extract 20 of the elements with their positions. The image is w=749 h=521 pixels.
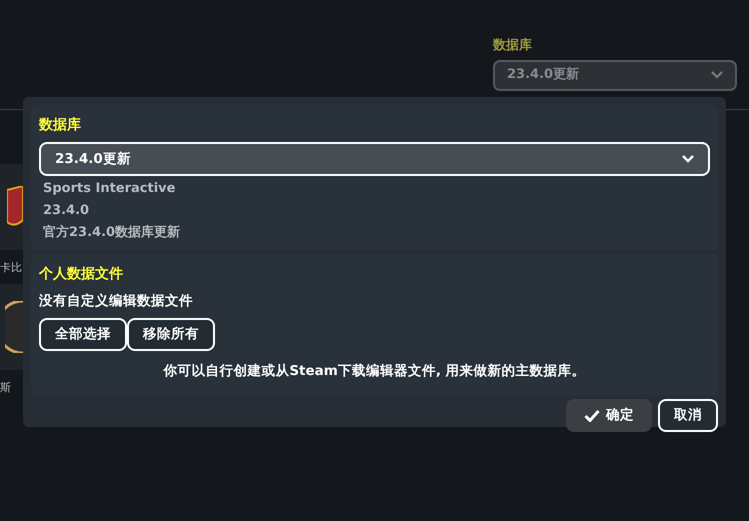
database-detail: Sports Interactive [43, 180, 176, 198]
database-detail: 官方23.4.0数据库更新 [43, 224, 180, 242]
database-detail: 23.4.0 [43, 202, 90, 220]
info-text: 你可以自行创建或从Steam下载编辑器文件, 用来做新的主数据库。 [162, 362, 587, 380]
chevron-down-icon [711, 71, 723, 79]
database-select[interactable]: 23.4.0更新 [493, 60, 737, 90]
file-action-button[interactable]: 全部选择 [39, 318, 127, 350]
cancel-button[interactable]: 取消 [658, 398, 718, 432]
database-label: 数据库 [493, 36, 532, 55]
club-name: 斯 [0, 380, 11, 396]
shield-crest-icon [7, 186, 23, 228]
file-action-button[interactable]: 移除所有 [127, 318, 215, 350]
section-title: 个人数据文件 [39, 265, 123, 284]
chevron-down-icon [682, 155, 694, 163]
status-text: 没有自定义编辑数据文件 [39, 292, 193, 311]
check-icon [584, 408, 600, 422]
database-dropdown[interactable]: 23.4.0更新 [39, 142, 710, 176]
club-name: 卡比 [0, 260, 22, 276]
confirm-button[interactable]: 确定 [566, 398, 652, 432]
section-title: 数据库 [39, 116, 81, 135]
